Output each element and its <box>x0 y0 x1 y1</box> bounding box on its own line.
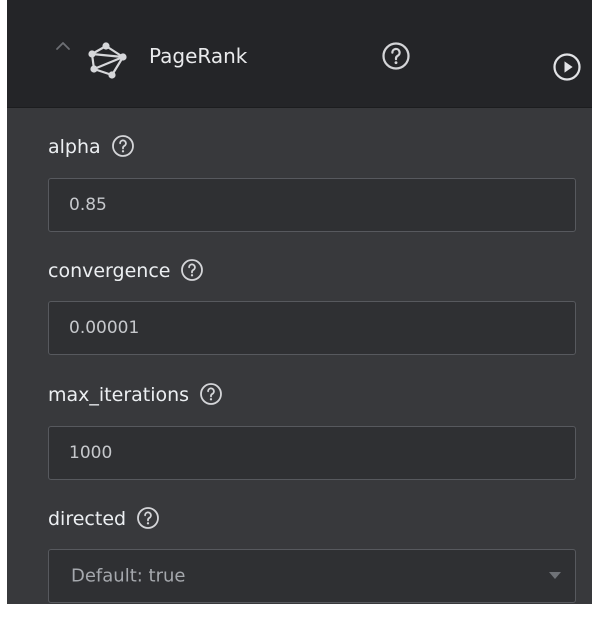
param-name: alpha <box>48 136 101 158</box>
param-label-convergence: convergence <box>48 258 204 284</box>
param-label-alpha: alpha <box>48 134 135 160</box>
caret-down-icon <box>549 572 561 579</box>
question-circle-icon[interactable] <box>180 258 204 282</box>
param-name: convergence <box>48 260 171 282</box>
graph-network-icon <box>88 42 127 79</box>
select-value: Default: true <box>71 565 186 587</box>
param-name: directed <box>48 508 127 530</box>
panel-header[interactable]: PageRank <box>7 0 592 108</box>
directed-select[interactable]: Default: true <box>48 549 576 603</box>
param-label-directed: directed <box>48 506 160 532</box>
question-circle-icon[interactable] <box>136 506 160 530</box>
question-circle-icon[interactable] <box>199 382 223 406</box>
param-name: max_iterations <box>48 384 190 406</box>
max-iterations-input[interactable] <box>48 426 576 480</box>
convergence-input[interactable] <box>48 301 576 355</box>
question-circle-icon[interactable] <box>111 134 135 158</box>
run-button[interactable] <box>552 52 582 82</box>
question-circle-icon[interactable] <box>381 41 411 71</box>
panel-title: PageRank <box>149 44 248 68</box>
alpha-input[interactable] <box>48 178 576 232</box>
param-label-max-iterations: max_iterations <box>48 382 223 408</box>
chevron-up-icon[interactable] <box>54 37 72 55</box>
algorithm-panel: PageRank alpha convergence max_iteration… <box>7 0 592 604</box>
